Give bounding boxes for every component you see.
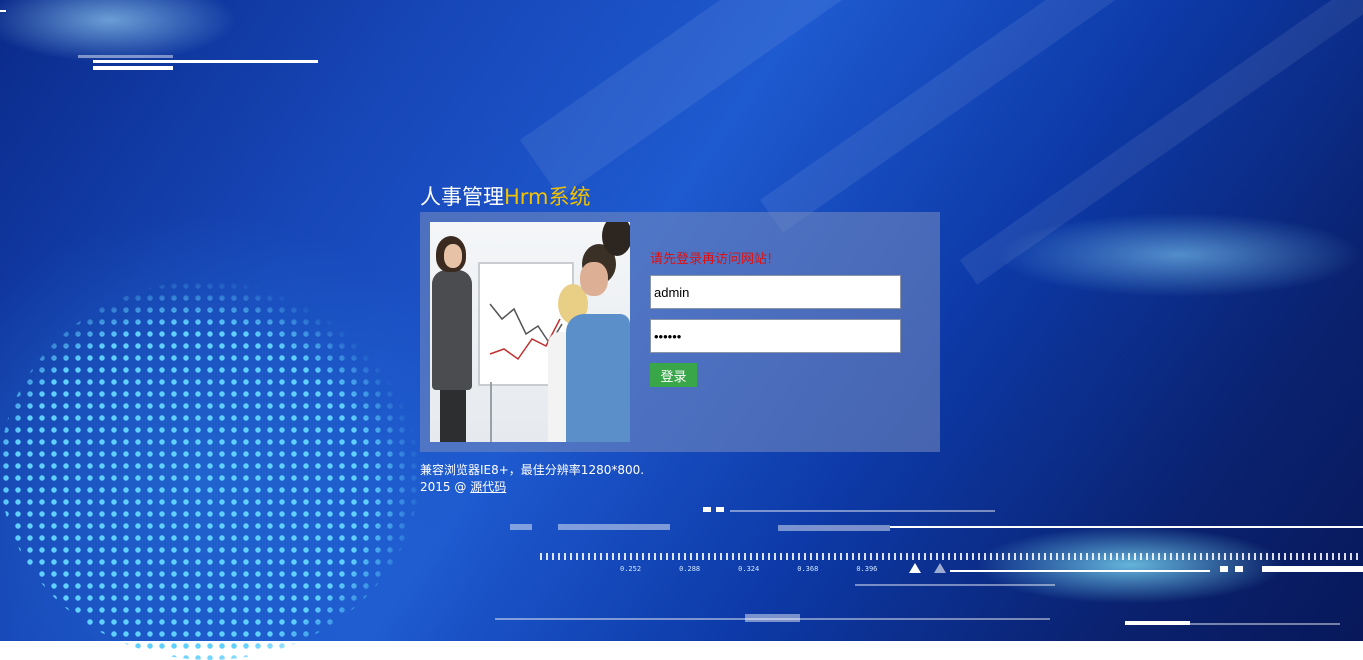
- scale-label: 0.324: [738, 565, 760, 573]
- scale-label: 0.252: [620, 565, 642, 573]
- easel-leg: [490, 382, 492, 442]
- triangle-marker-icon: [909, 563, 921, 573]
- copyright-line: 2015 @ 源代码: [420, 479, 644, 496]
- decorative-line: [890, 526, 1363, 528]
- decorative-line: [1220, 566, 1228, 572]
- decorative-line: [716, 507, 724, 512]
- scale-label: 0.368: [797, 565, 819, 573]
- scale-labels: 0.252 0.288 0.324 0.368 0.396: [620, 565, 877, 573]
- footer: 兼容浏览器IE8+，最佳分辨率1280*800. 2015 @ 源代码: [420, 462, 644, 496]
- decorative-line: [93, 60, 318, 63]
- decorative-line: [0, 10, 6, 12]
- attendee-figure: [566, 314, 630, 442]
- decorative-line: [855, 584, 1055, 586]
- presenter-legs: [440, 390, 466, 442]
- decorative-line: [745, 614, 800, 622]
- decorative-line: [93, 66, 173, 70]
- login-button[interactable]: 登录: [650, 363, 697, 387]
- scale-label: 0.396: [856, 565, 878, 573]
- decorative-line: [1125, 621, 1190, 625]
- presenter-face: [444, 244, 462, 268]
- business-meeting-photo: [430, 222, 630, 442]
- page-title: 人事管理Hrm系统: [420, 181, 591, 211]
- decorative-line: [1235, 566, 1243, 572]
- decorative-line: [703, 507, 711, 512]
- presenter-figure: [432, 270, 472, 390]
- decorative-line: [1190, 623, 1340, 625]
- copyright-text: 2015 @: [420, 480, 467, 494]
- password-field[interactable]: [650, 319, 901, 353]
- decorative-line: [778, 525, 890, 531]
- decorative-line: [950, 570, 1210, 572]
- triangle-outline-icon: [934, 563, 946, 573]
- login-notice: 请先登录再访问网站!: [650, 252, 773, 267]
- decorative-line: [510, 524, 532, 530]
- login-panel: 请先登录再访问网站! 登录: [420, 212, 940, 452]
- title-prefix: 人事管理: [420, 185, 504, 209]
- title-accent: Hrm系统: [504, 185, 591, 209]
- compat-note: 兼容浏览器IE8+，最佳分辨率1280*800.: [420, 463, 645, 477]
- decorative-line: [78, 55, 173, 58]
- username-field[interactable]: [650, 275, 901, 309]
- decorative-line: [1262, 566, 1363, 572]
- attendee-face: [580, 262, 608, 296]
- globe-dots-graphic: [0, 280, 420, 660]
- attendee-head: [602, 222, 630, 256]
- source-code-link[interactable]: 源代码: [470, 480, 506, 494]
- decorative-line: [558, 524, 670, 530]
- tick-scale: [540, 553, 1360, 560]
- scale-label: 0.288: [679, 565, 701, 573]
- decorative-line: [730, 510, 995, 512]
